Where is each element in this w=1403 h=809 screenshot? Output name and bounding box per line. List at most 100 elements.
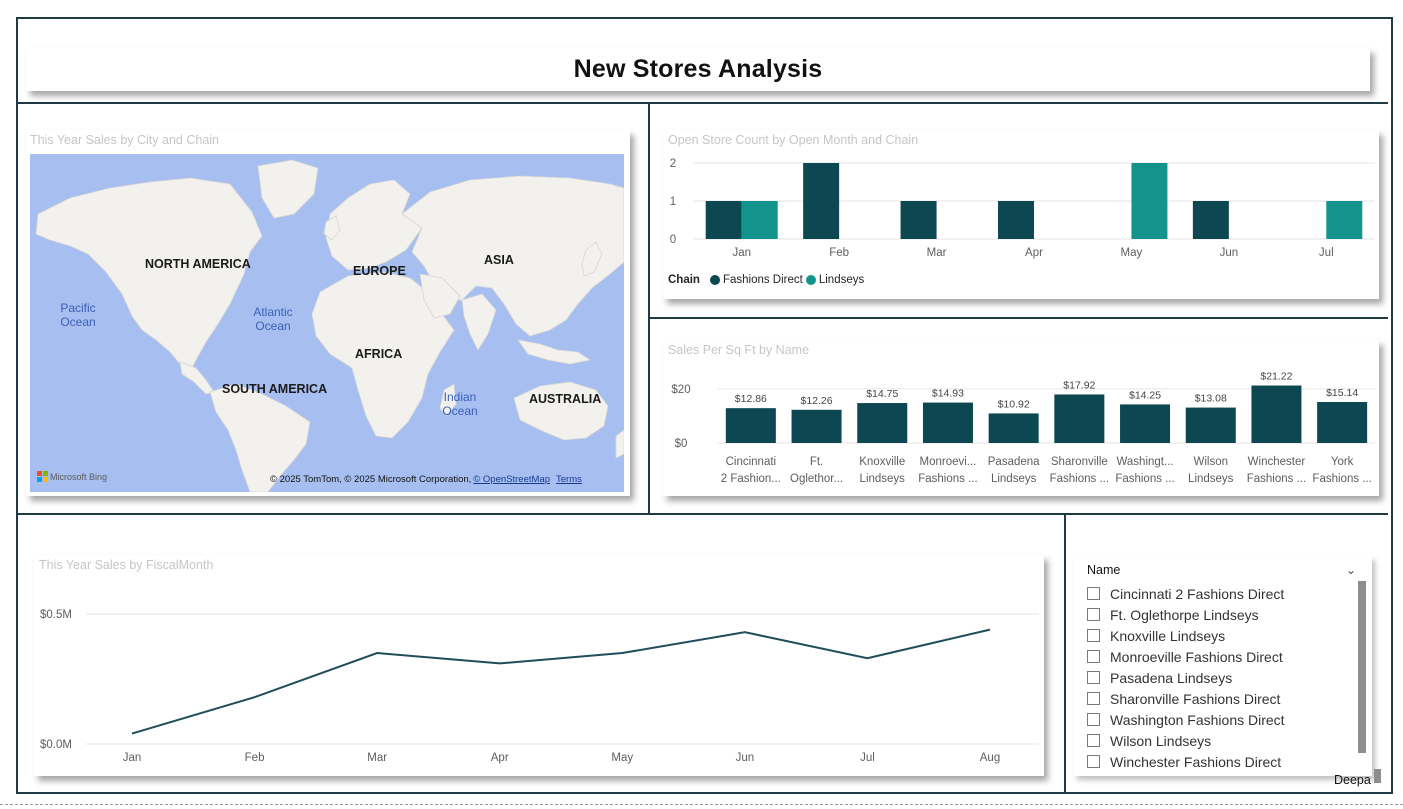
- slicer-item[interactable]: Winchester Fashions Direct: [1087, 751, 1285, 772]
- x-tick-label: Mar: [927, 247, 947, 259]
- bar-fashions-direct-apr[interactable]: [998, 201, 1034, 239]
- bar-lindseys-jul[interactable]: [1326, 201, 1363, 239]
- sqft-title: Sales Per Sq Ft by Name: [668, 343, 810, 357]
- sqft-bar[interactable]: [1185, 407, 1236, 443]
- slicer-item[interactable]: Cincinnati 2 Fashions Direct: [1087, 583, 1285, 604]
- checkbox[interactable]: [1087, 650, 1100, 663]
- sales-line-title: This Year Sales by FiscalMonth: [39, 558, 214, 572]
- x-tick-label-line2: Fashions ...: [1312, 473, 1371, 485]
- sqft-bar[interactable]: [1317, 401, 1368, 443]
- x-tick-label-line2: Fashions ...: [1115, 473, 1174, 485]
- x-tick-label-line1: Knoxville: [859, 456, 905, 468]
- sales-line-chart: $0.0M $0.5M Jan Feb Mar Apr May Jun Jul Aug: [40, 609, 1039, 764]
- microsoft-logo-icon: [37, 471, 48, 482]
- slicer-item[interactable]: Knoxville Lindseys: [1087, 625, 1285, 646]
- checkbox[interactable]: [1087, 755, 1100, 768]
- bottom-column-divider: [1064, 514, 1066, 794]
- user-name-tag: Deepa: [1334, 773, 1371, 787]
- x-tick-label-line2: Fashions ...: [1247, 473, 1306, 485]
- y-tick-label: $0.5M: [40, 609, 72, 621]
- data-label: $12.26: [800, 395, 832, 407]
- x-tick-label: Jan: [123, 752, 142, 764]
- x-tick-label: May: [1121, 247, 1143, 259]
- x-tick-label: Apr: [491, 752, 509, 764]
- data-label: $15.14: [1326, 387, 1358, 399]
- label-europe: EUROPE: [353, 264, 406, 278]
- slicer-item[interactable]: Monroeville Fashions Direct: [1087, 646, 1285, 667]
- page-title: New Stores Analysis: [573, 55, 823, 83]
- label-atlantic-ocean: Atlantic Ocean: [253, 305, 293, 333]
- legend-fashions-direct[interactable]: Fashions Direct: [723, 274, 803, 286]
- checkbox[interactable]: [1087, 734, 1100, 747]
- data-label: $21.22: [1260, 371, 1292, 383]
- data-label: $10.92: [998, 398, 1030, 410]
- x-tick-label-line2: Lindseys: [991, 473, 1037, 485]
- data-label: $14.93: [932, 388, 964, 400]
- bar-fashions-direct-mar[interactable]: [900, 201, 937, 239]
- terms-link[interactable]: Terms: [556, 474, 582, 485]
- slicer-item-label: Winchester Fashions Direct: [1110, 753, 1282, 770]
- bar-lindseys-may[interactable]: [1131, 163, 1168, 239]
- x-tick-label: Feb: [829, 247, 849, 259]
- x-tick-label-line2: 2 Fashion...: [721, 473, 781, 485]
- checkbox[interactable]: [1087, 587, 1100, 600]
- x-tick-label-line1: Winchester: [1248, 456, 1306, 468]
- bar-lindseys-jan[interactable]: [741, 201, 778, 239]
- slicer-item[interactable]: Wilson Lindseys: [1087, 730, 1285, 751]
- bing-label: Microsoft Bing: [50, 471, 108, 482]
- checkbox[interactable]: [1087, 692, 1100, 705]
- sqft-chart: $0 $20 $12.86 Cincinnati 2 Fashion... $12.26 F…: [671, 371, 1375, 485]
- sqft-bar[interactable]: [857, 403, 908, 443]
- sqft-bar[interactable]: [922, 402, 973, 443]
- label-north-america: NORTH AMERICA: [145, 257, 251, 271]
- slicer-item[interactable]: Sharonville Fashions Direct: [1087, 688, 1285, 709]
- sqft-bar[interactable]: [1251, 385, 1302, 443]
- sqft-bar[interactable]: [791, 409, 842, 443]
- sales-line[interactable]: [131, 628, 991, 735]
- checkbox[interactable]: [1087, 629, 1100, 642]
- slicer-item-label: Monroeville Fashions Direct: [1110, 648, 1283, 665]
- x-tick-label-line1: York: [1331, 456, 1354, 468]
- slicer-item[interactable]: Ft. Oglethorpe Lindseys: [1087, 604, 1285, 625]
- data-label: $14.25: [1129, 389, 1161, 401]
- label-australia: AUSTRALIA: [529, 392, 602, 406]
- slicer-scrollbar[interactable]: [1358, 581, 1366, 753]
- legend-lindseys[interactable]: Lindseys: [819, 274, 864, 286]
- x-tick-label-line1: Ft.: [810, 456, 823, 468]
- sqft-bar[interactable]: [725, 408, 776, 443]
- sqft-bar[interactable]: [1120, 404, 1171, 443]
- map-land-svg: [35, 159, 624, 492]
- checkbox[interactable]: [1087, 608, 1100, 621]
- checkbox[interactable]: [1087, 671, 1100, 684]
- slicer-list: Cincinnati 2 Fashions Direct Ft. Oglethor…: [1087, 583, 1285, 772]
- x-tick-label-line2: Lindseys: [860, 473, 906, 485]
- slicer-header: Name: [1087, 563, 1121, 577]
- slicer-item[interactable]: Washington Fashions Direct: [1087, 709, 1285, 730]
- openstreetmap-link[interactable]: © OpenStreetMap: [473, 474, 550, 485]
- sqft-bar[interactable]: [988, 413, 1039, 443]
- slicer-item-label: Sharonville Fashions Direct: [1110, 690, 1281, 707]
- bar-fashions-direct-jan[interactable]: [705, 201, 742, 239]
- slicer-item[interactable]: Pasadena Lindseys: [1087, 667, 1285, 688]
- bar-fashions-direct-feb[interactable]: [803, 163, 840, 239]
- x-tick-label: Jul: [1319, 247, 1334, 259]
- page-scrollbar-thumb[interactable]: [1374, 769, 1381, 783]
- sqft-bar[interactable]: [1054, 394, 1105, 443]
- x-tick-label: Feb: [245, 752, 265, 764]
- slicer-item-label: Cincinnati 2 Fashions Direct: [1110, 585, 1285, 602]
- data-label: $12.86: [735, 393, 767, 405]
- checkbox[interactable]: [1087, 713, 1100, 726]
- x-tick-label: Jun: [1220, 247, 1239, 259]
- y-tick-label: $0.0M: [40, 739, 72, 751]
- slicer-item-label: Washington Fashions Direct: [1110, 711, 1285, 728]
- x-tick-label: Jul: [860, 752, 875, 764]
- bar-fashions-direct-jun[interactable]: [1192, 201, 1229, 239]
- slicer-item-label: Ft. Oglethorpe Lindseys: [1110, 606, 1259, 623]
- y-tick-label: $0: [675, 438, 688, 450]
- x-tick-label-line2: Oglethor...: [790, 473, 843, 485]
- store-count-legend: Chain Fashions Direct Lindseys: [668, 274, 864, 286]
- chevron-down-icon[interactable]: ⌄: [1346, 563, 1356, 577]
- world-map[interactable]: NORTH AMERICA EUROPE ASIA AFRICA SOUTH A…: [30, 154, 624, 492]
- x-tick-label-line2: Fashions ...: [1050, 473, 1109, 485]
- slicer-item-label: Pasadena Lindseys: [1110, 669, 1233, 686]
